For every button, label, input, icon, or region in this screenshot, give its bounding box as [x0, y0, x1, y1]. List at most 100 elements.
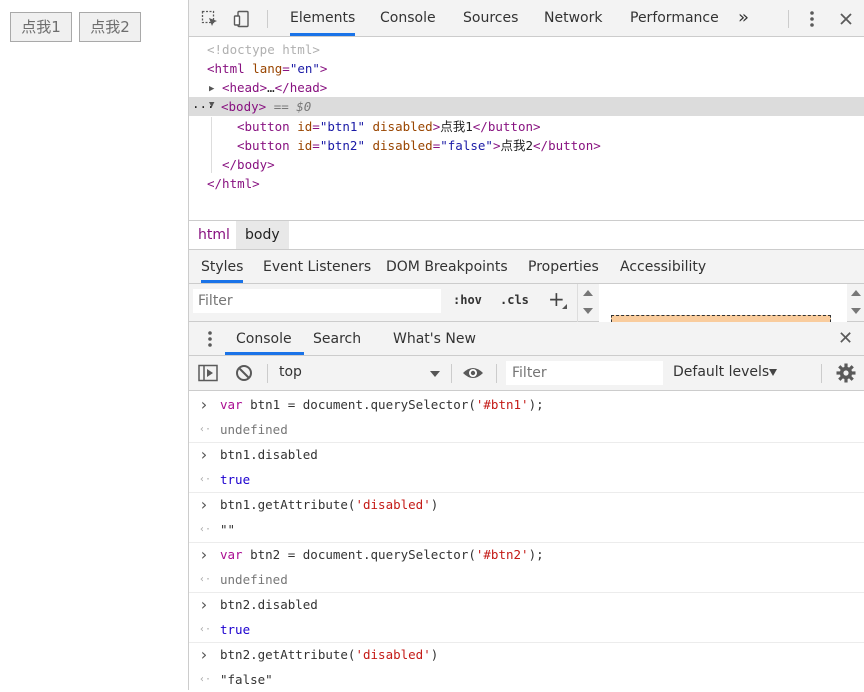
tab-properties[interactable]: Properties [528, 250, 599, 283]
tab-elements[interactable]: Elements [290, 0, 356, 36]
tab-accessibility[interactable]: Accessibility [620, 250, 706, 283]
styles-tabbar: Styles Event Listeners DOM Breakpoints P… [189, 250, 864, 284]
console-result-line[interactable]: ‹· true [189, 468, 864, 492]
styles-scrollbar[interactable] [577, 284, 598, 322]
breadcrumb-html[interactable]: html [189, 221, 239, 249]
console-line-text: true [220, 618, 250, 642]
drawer-menu-icon[interactable] [199, 328, 221, 350]
dom-button-btn1[interactable]: <button id="btn1" disabled>点我1</button> [237, 117, 864, 136]
console-result-line[interactable]: ‹· "" [189, 518, 864, 542]
console-result-line[interactable]: ‹· undefined [189, 418, 864, 442]
result-arrow-icon: ‹· [199, 474, 212, 485]
input-prompt-chevron-icon: › [199, 495, 209, 514]
console-line-text: btn2.getAttribute('disabled') [220, 643, 438, 667]
dom-button-btn2[interactable]: <button id="btn2" disabled="false">点我2</… [237, 136, 864, 155]
show-sidebar-icon[interactable] [197, 362, 219, 384]
hover-state-toggle[interactable]: :hov [453, 293, 482, 307]
console-token: btn1.disabled [220, 447, 318, 462]
page-button-2[interactable]: 点我2 [79, 12, 141, 42]
log-levels-dropdown[interactable]: Default levels [673, 360, 783, 386]
dom-doctype[interactable]: <!doctype html> [207, 40, 864, 59]
head-open-tag: <head> [221, 80, 268, 95]
dom-html-open[interactable]: <html lang="en"> [207, 59, 864, 78]
console-token: var [220, 547, 243, 562]
devtools-panel: Elements Console Sources Network Perform… [188, 0, 864, 690]
tab-sources[interactable]: Sources [463, 0, 518, 36]
close-drawer-icon[interactable]: ✕ [838, 328, 853, 349]
body-open-tag: <body> [221, 99, 267, 114]
input-prompt-chevron-icon: › [199, 445, 209, 464]
box-model-pane [599, 284, 847, 322]
live-expression-eye-icon[interactable] [462, 362, 484, 384]
html-tag-name: html [214, 61, 245, 76]
doctype-text: <!doctype html> [207, 42, 320, 57]
console-line-text: btn1.getAttribute('disabled') [220, 493, 438, 517]
console-result-line[interactable]: ‹· true [189, 618, 864, 642]
input-prompt-chevron-icon: › [199, 645, 209, 664]
console-input-line[interactable]: › var btn1 = document.querySelector('#btn… [189, 393, 864, 417]
console-input-line[interactable]: › btn1.disabled [189, 443, 864, 467]
chevron-down-icon [430, 371, 440, 377]
console-token: '#btn1' [475, 397, 529, 412]
dom-html-close[interactable]: </html> [207, 174, 864, 193]
tab-network[interactable]: Network [544, 0, 602, 36]
console-settings-gear-icon[interactable] [835, 362, 857, 384]
scroll-down-icon[interactable] [851, 308, 861, 314]
tab-dom-breakpoints[interactable]: DOM Breakpoints [386, 250, 508, 283]
context-selector-value: top [279, 364, 302, 380]
input-prompt-chevron-icon: › [199, 395, 209, 414]
console-input-line[interactable]: › btn2.getAttribute('disabled') [189, 643, 864, 667]
console-line-text: btn2.disabled [220, 593, 318, 617]
drawer-tab-console[interactable]: Console [225, 322, 304, 355]
tab-styles[interactable]: Styles [201, 250, 244, 283]
scroll-up-icon[interactable] [583, 290, 593, 296]
more-tabs-chevron-icon[interactable]: » [738, 0, 749, 36]
toolbar-divider [496, 364, 497, 383]
device-toolbar-icon[interactable] [231, 8, 253, 30]
clear-console-icon[interactable] [233, 362, 255, 384]
dom-body-close[interactable]: </body> [222, 155, 864, 174]
head-close-tag: </head> [274, 80, 328, 95]
breadcrumb-body[interactable]: body [236, 221, 289, 249]
console-token: "" [220, 522, 236, 537]
console-line-text: true [220, 468, 250, 492]
dom-head-collapsed[interactable]: ▶ <head>…</head> [209, 78, 864, 97]
tab-performance[interactable]: Performance [630, 0, 719, 36]
collapse-triangle-icon[interactable]: ▼ [209, 96, 214, 115]
tab-event-listeners[interactable]: Event Listeners [263, 250, 371, 283]
body-close-tag: </body> [222, 157, 275, 172]
console-result-line[interactable]: ‹· "false" [189, 668, 864, 692]
scroll-up-icon[interactable] [851, 290, 861, 296]
drawer-tab-search[interactable]: Search [313, 322, 361, 355]
console-result-line[interactable]: ‹· undefined [189, 568, 864, 592]
btn2-disabled-value: "false" [440, 138, 493, 153]
console-token: true [220, 472, 251, 487]
tree-guide-line [211, 117, 212, 173]
console-input-line[interactable]: › btn1.getAttribute('disabled') [189, 493, 864, 517]
page-button-1[interactable]: 点我1 [10, 12, 72, 42]
head-ellipsis: … [267, 80, 275, 95]
inspect-element-icon[interactable] [199, 8, 221, 30]
tab-console[interactable]: Console [380, 0, 436, 36]
drawer-tab-whats-new[interactable]: What's New [393, 322, 476, 355]
box-model-scrollbar[interactable] [847, 284, 864, 322]
close-devtools-icon[interactable] [835, 8, 857, 30]
console-input-line[interactable]: › btn2.disabled [189, 593, 864, 617]
dom-body-selected[interactable]: ... ▼ <body> == $0 [189, 96, 864, 116]
margin-box-preview [611, 315, 831, 322]
page-viewport: 点我1 点我2 [0, 0, 188, 690]
btn1-disabled-attr: disabled [372, 119, 433, 134]
styles-filter-input[interactable] [193, 289, 441, 313]
console-input-line[interactable]: › var btn2 = document.querySelector('#btn… [189, 543, 864, 567]
console-token: ); [528, 397, 544, 412]
console-line-text: btn1.disabled [220, 443, 318, 467]
context-selector[interactable]: top [273, 360, 443, 386]
devtools-main-tabbar: Elements Console Sources Network Perform… [189, 0, 864, 37]
class-toggle[interactable]: .cls [500, 293, 529, 307]
console-line-text: undefined [220, 418, 288, 442]
scroll-down-icon[interactable] [583, 308, 593, 314]
console-filter-input[interactable] [506, 361, 663, 385]
expand-triangle-icon[interactable]: ▶ [209, 84, 214, 94]
customize-menu-icon[interactable] [801, 8, 823, 30]
add-rule-menu-icon[interactable] [562, 304, 567, 309]
